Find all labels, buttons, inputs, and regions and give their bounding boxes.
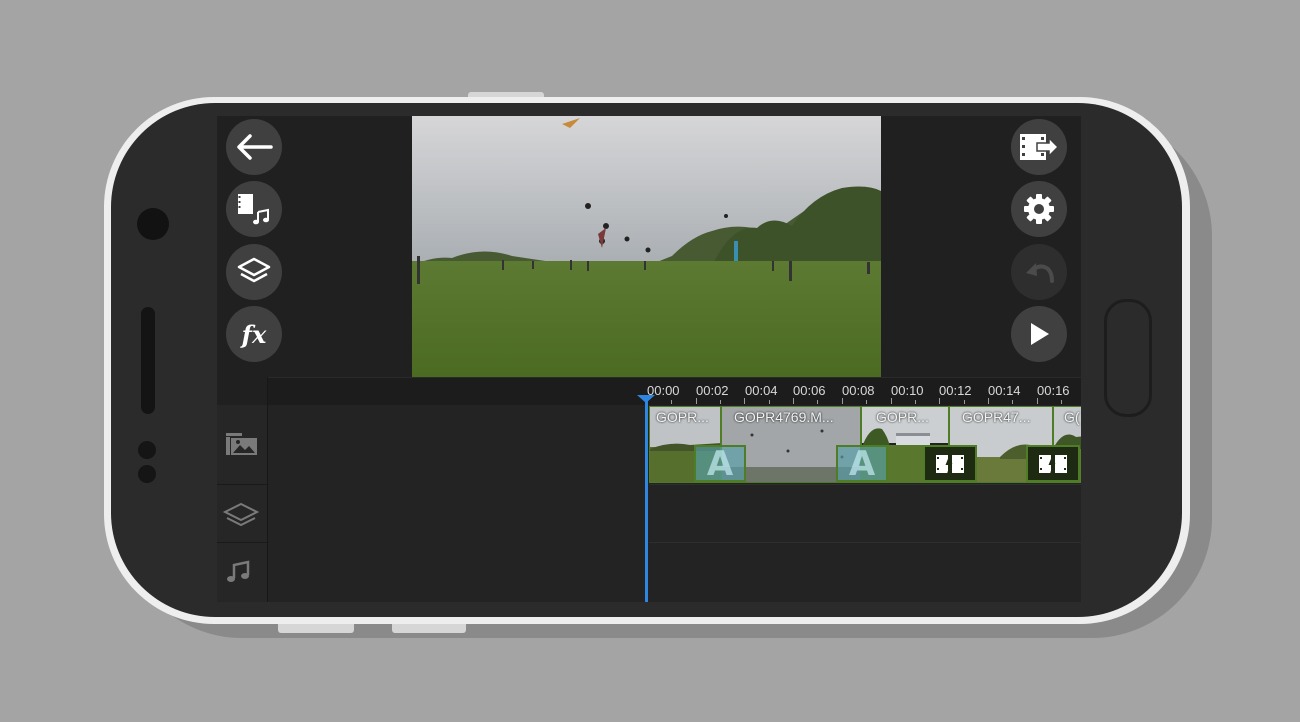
ruler-tick [914, 400, 916, 404]
ruler-tick [744, 398, 746, 404]
video-transition-marker[interactable] [923, 445, 977, 482]
video-image-track-icon[interactable] [225, 431, 259, 462]
clip-label: GOPR47... [962, 409, 1031, 425]
video-track[interactable]: GOPR... GOPR4769.M... GOPR... GOPR47... … [649, 406, 1081, 484]
track-separator [649, 484, 1081, 485]
ruler-label: 00:10 [891, 383, 924, 398]
back-button[interactable] [226, 119, 282, 175]
playhead[interactable] [645, 395, 648, 602]
clip-label: GOPR... [656, 409, 709, 425]
settings-button[interactable] [1011, 181, 1067, 237]
ruler-tick [695, 398, 697, 404]
video-transition-icon [1039, 453, 1067, 474]
ruler-tick [890, 398, 892, 404]
track-divider [217, 542, 267, 543]
ruler-label: 00:04 [745, 383, 778, 398]
text-transition-marker[interactable]: A [836, 445, 888, 482]
ruler-tick [1060, 400, 1062, 404]
ruler-tick [720, 400, 722, 404]
ruler-label: 00:02 [696, 383, 729, 398]
ruler-tick [671, 400, 673, 404]
ruler-tick [768, 400, 770, 404]
layers-button[interactable] [226, 244, 282, 300]
ruler-tick [963, 400, 965, 404]
ruler-tick [866, 400, 868, 404]
export-video-icon [1020, 134, 1060, 160]
ruler-label: 00:08 [842, 383, 875, 398]
music-track-icon[interactable] [226, 560, 252, 589]
track-separator [649, 542, 1081, 543]
phone-home-button [1104, 299, 1152, 417]
ruler-tick [793, 398, 795, 404]
add-media-button[interactable] [226, 181, 282, 237]
media-music-icon [238, 194, 269, 225]
back-arrow-icon [237, 134, 273, 160]
ruler-label: 00:12 [939, 383, 972, 398]
app-screen: fx 00:00 00:02 00:04 00:06 00:08 00:10 0… [217, 116, 1081, 602]
video-transition-icon [936, 453, 964, 474]
phone-sensor [138, 465, 156, 483]
layer-track-icon[interactable] [221, 500, 261, 537]
ruler-tick [987, 398, 989, 404]
clip-label: GOPR4769.M... [734, 409, 834, 425]
video-transition-marker[interactable] [1026, 445, 1080, 482]
clip-label: G( [1064, 409, 1080, 425]
ruler-label: 00:06 [793, 383, 826, 398]
ruler-tick [939, 398, 941, 404]
undo-button[interactable] [1011, 244, 1067, 300]
layers-icon [237, 257, 271, 283]
video-preview [412, 116, 881, 377]
clip-label: GOPR... [876, 409, 929, 425]
phone-speaker [141, 307, 155, 414]
preview-frame-image [412, 116, 881, 377]
ruler-tick [1012, 400, 1014, 404]
undo-icon [1026, 263, 1054, 283]
play-icon [1031, 323, 1049, 345]
text-transition-icon: A [848, 443, 876, 484]
track-header-spacer [217, 377, 268, 405]
ruler-label: 00:14 [988, 383, 1021, 398]
play-button[interactable] [1011, 306, 1067, 362]
fx-icon: fx [241, 319, 267, 349]
track-divider [217, 484, 267, 485]
ruler-label: 00:16 [1037, 383, 1070, 398]
text-transition-icon: A [706, 443, 734, 484]
ruler-tick [1036, 398, 1038, 404]
export-button[interactable] [1011, 119, 1067, 175]
phone-sensor [138, 441, 156, 459]
text-transition-marker[interactable]: A [694, 445, 746, 482]
track-headers [217, 405, 268, 602]
phone-camera [137, 208, 169, 240]
effects-button[interactable]: fx [226, 306, 282, 362]
settings-gear-icon [1024, 194, 1054, 224]
ruler-tick [841, 398, 843, 404]
ruler-tick [817, 400, 819, 404]
